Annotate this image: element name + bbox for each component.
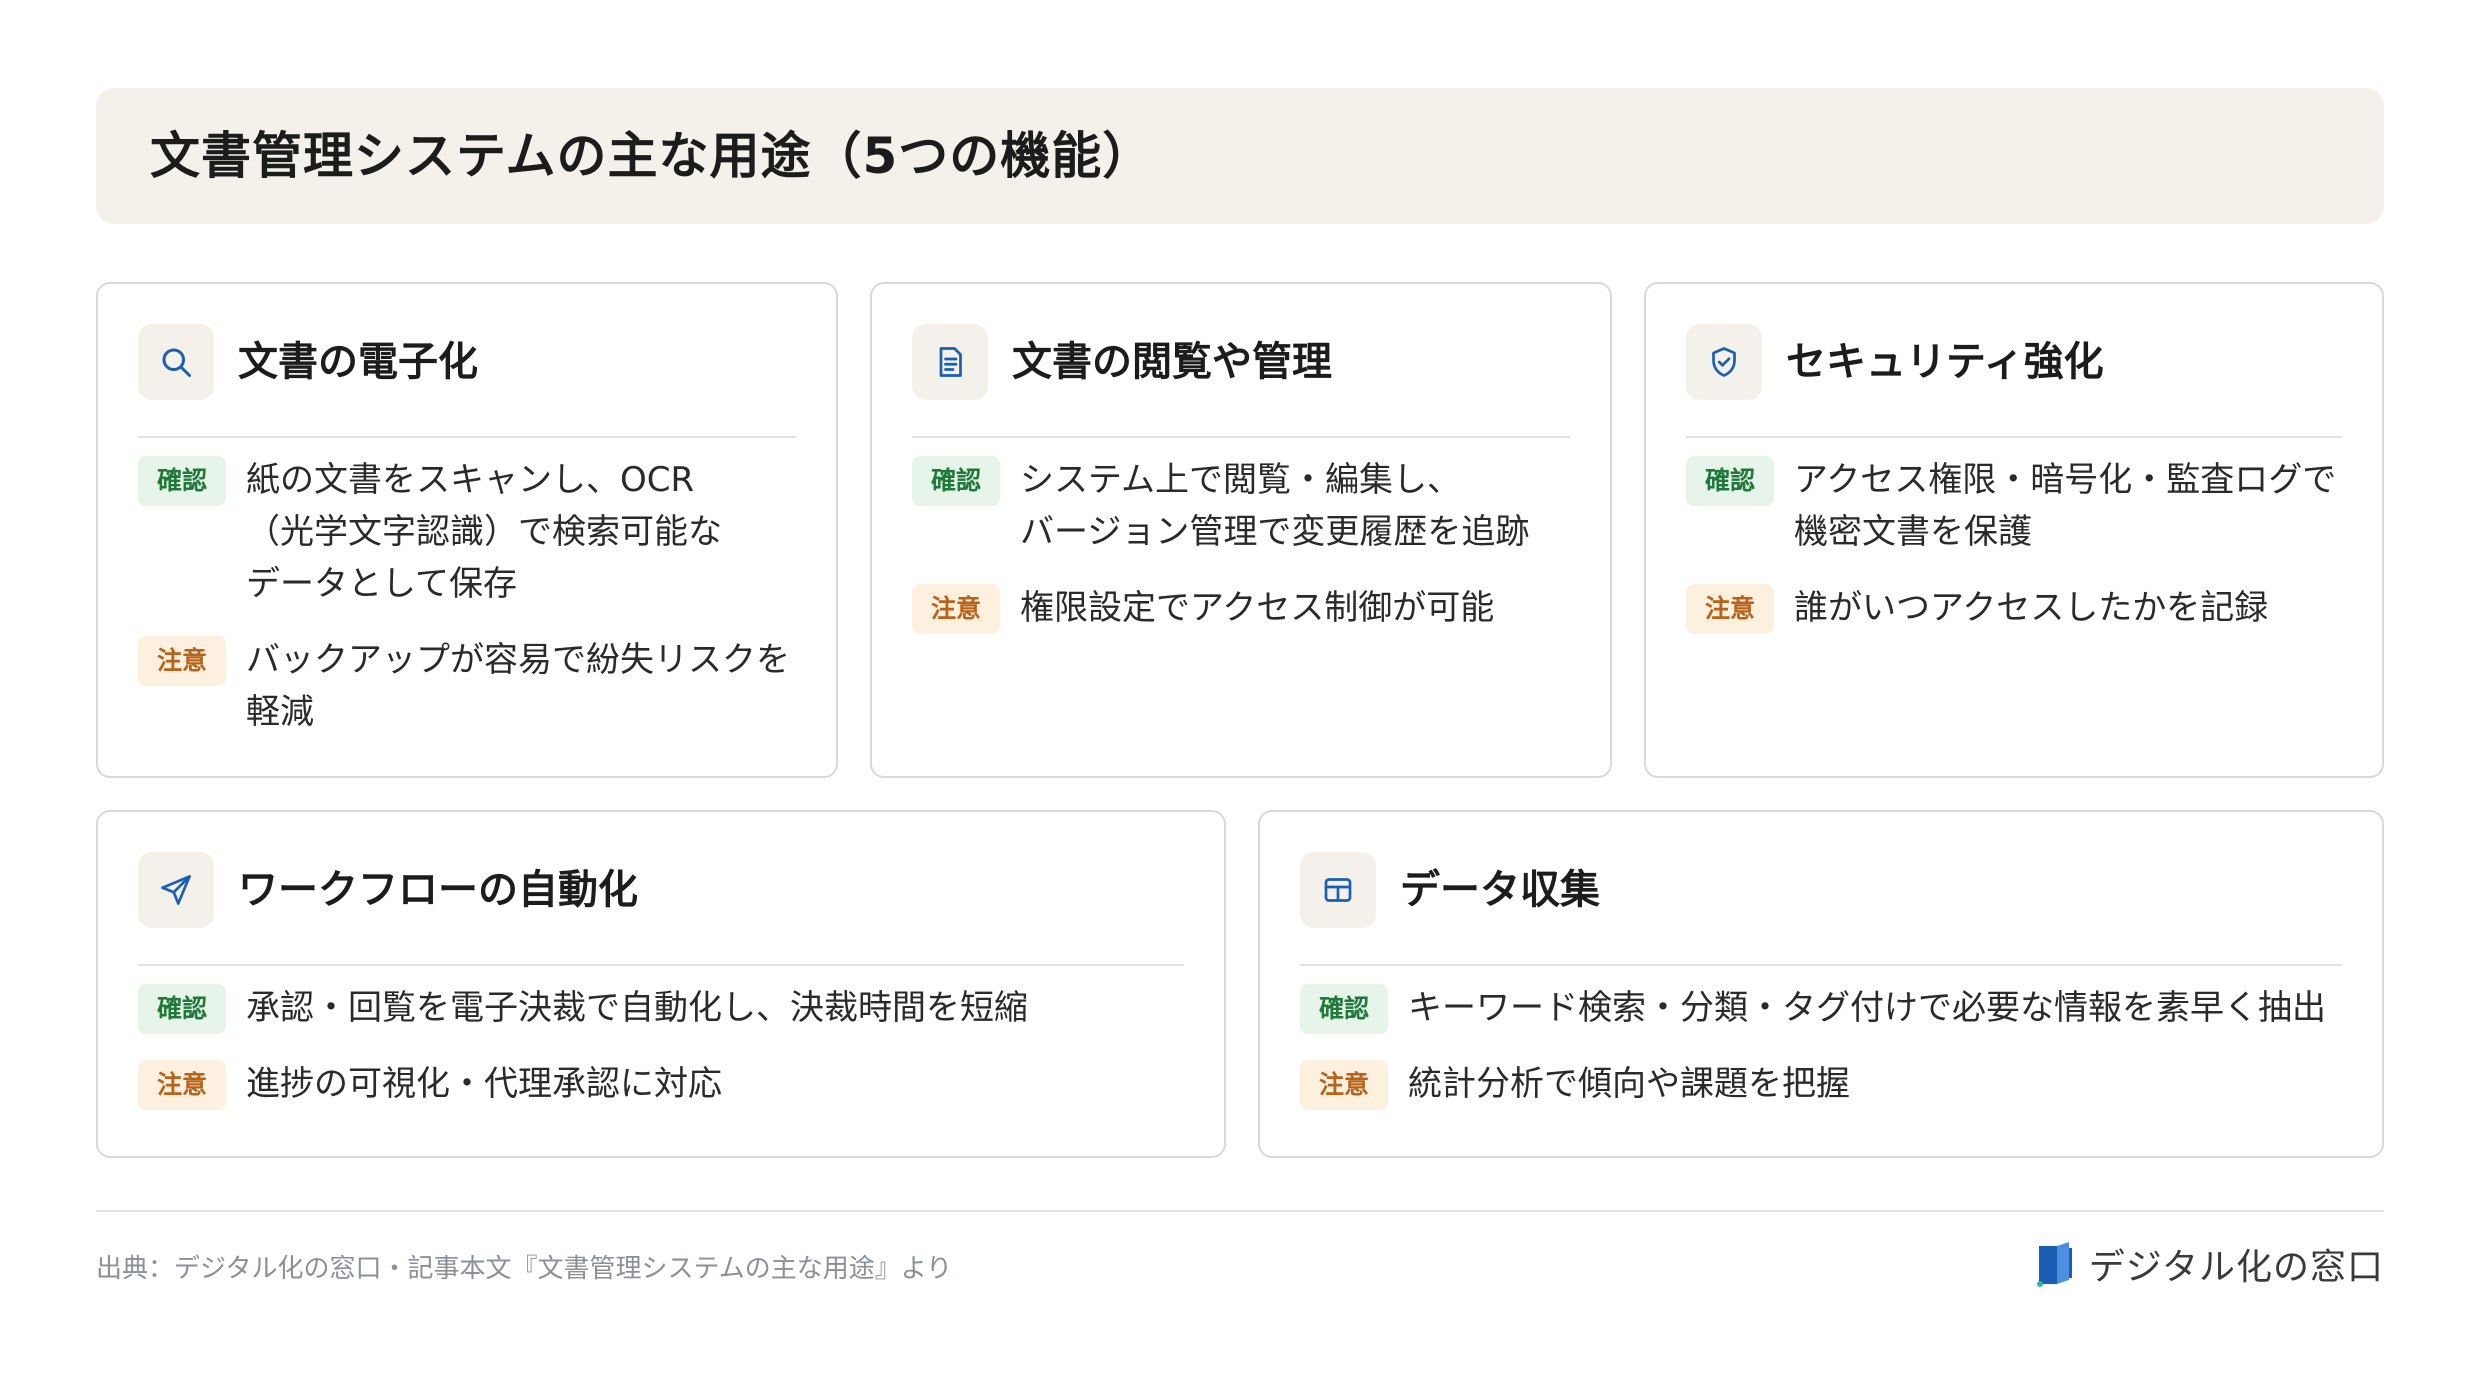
caution-item: 注意 進捗の可視化・代理承認に対応: [138, 1058, 1184, 1110]
card-security: セキュリティ強化 確認 アクセス権限・暗号化・監査ログで 機密文書を保護 注意 …: [1644, 282, 2384, 778]
caution-item: 注意 バックアップが容易で紛失リスクを 軽減: [138, 634, 796, 738]
confirm-item: 確認 キーワード検索・分類・タグ付けで必要な情報を素早く抽出: [1300, 982, 2342, 1034]
confirm-text: 紙の文書をスキャンし、OCR （光学文字認識）で検索可能な データとして保存: [246, 460, 722, 604]
card-data-collection: データ収集 確認 キーワード検索・分類・タグ付けで必要な情報を素早く抽出 注意 …: [1258, 810, 2384, 1158]
caution-badge: 注意: [138, 1060, 226, 1110]
confirm-text: 承認・回覧を電子決裁で自動化し、決裁時間を短縮: [246, 988, 1028, 1028]
brand: デジタル化の窓口: [2035, 1236, 2384, 1292]
confirm-badge: 確認: [1300, 984, 1388, 1034]
card-title: セキュリティ強化: [1786, 339, 2104, 385]
card-title: ワークフローの自動化: [238, 867, 638, 913]
footer-divider: [96, 1210, 2384, 1212]
confirm-item: 確認 アクセス権限・暗号化・監査ログで 機密文書を保護: [1686, 454, 2342, 558]
card-header: セキュリティ強化: [1686, 324, 2342, 438]
card-title: 文書の電子化: [238, 339, 478, 385]
caution-item: 注意 権限設定でアクセス制御が可能: [912, 582, 1570, 634]
table-icon: [1300, 852, 1376, 928]
confirm-text: キーワード検索・分類・タグ付けで必要な情報を素早く抽出: [1408, 988, 2326, 1028]
confirm-text: システム上で閲覧・編集し、 バージョン管理で変更履歴を追跡: [1020, 460, 1530, 552]
card-digitization: 文書の電子化 確認 紙の文書をスキャンし、OCR （光学文字認識）で検索可能な …: [96, 282, 838, 778]
card-title: 文書の閲覧や管理: [1012, 339, 1332, 385]
confirm-item: 確認 システム上で閲覧・編集し、 バージョン管理で変更履歴を追跡: [912, 454, 1570, 558]
caution-item: 注意 誰がいつアクセスしたかを記録: [1686, 582, 2342, 634]
caution-text: 進捗の可視化・代理承認に対応: [246, 1064, 722, 1104]
card-viewing-management: 文書の閲覧や管理 確認 システム上で閲覧・編集し、 バージョン管理で変更履歴を追…: [870, 282, 1612, 778]
caution-badge: 注意: [912, 584, 1000, 634]
confirm-badge: 確認: [138, 984, 226, 1034]
caution-badge: 注意: [138, 636, 226, 686]
confirm-item: 確認 承認・回覧を電子決裁で自動化し、決裁時間を短縮: [138, 982, 1184, 1034]
card-header: 文書の電子化: [138, 324, 796, 438]
confirm-badge: 確認: [912, 456, 1000, 506]
brand-logo-icon: [2036, 1242, 2072, 1287]
header-banner: 文書管理システムの主な用途（5つの機能）: [96, 88, 2384, 224]
send-icon: [138, 852, 214, 928]
caution-text: 誰がいつアクセスしたかを記録: [1794, 588, 2269, 628]
caution-badge: 注意: [1686, 584, 1774, 634]
confirm-item: 確認 紙の文書をスキャンし、OCR （光学文字認識）で検索可能な データとして保…: [138, 454, 796, 610]
brand-name: デジタル化の窓口: [2088, 1247, 2384, 1288]
card-workflow-automation: ワークフローの自動化 確認 承認・回覧を電子決裁で自動化し、決裁時間を短縮 注意…: [96, 810, 1226, 1158]
document-icon: [912, 324, 988, 400]
source-note: 出典：デジタル化の窓口・記事本文『文書管理システムの主な用途』より: [96, 1254, 953, 1284]
caution-badge: 注意: [1300, 1060, 1388, 1110]
caution-text: バックアップが容易で紛失リスクを 軽減: [246, 640, 790, 732]
caution-text: 権限設定でアクセス制御が可能: [1020, 588, 1495, 628]
confirm-badge: 確認: [1686, 456, 1774, 506]
shield-check-icon: [1686, 324, 1762, 400]
card-header: データ収集: [1300, 852, 2342, 966]
card-header: ワークフローの自動化: [138, 852, 1184, 966]
search-icon: [138, 324, 214, 400]
confirm-text: アクセス権限・暗号化・監査ログで 機密文書を保護: [1794, 460, 2337, 552]
card-title: データ収集: [1400, 867, 1600, 913]
caution-item: 注意 統計分析で傾向や課題を把握: [1300, 1058, 2342, 1110]
confirm-badge: 確認: [138, 456, 226, 506]
card-header: 文書の閲覧や管理: [912, 324, 1570, 438]
caution-text: 統計分析で傾向や課題を把握: [1408, 1064, 1850, 1104]
page-title: 文書管理システムの主な用途（5つの機能）: [150, 127, 1154, 185]
